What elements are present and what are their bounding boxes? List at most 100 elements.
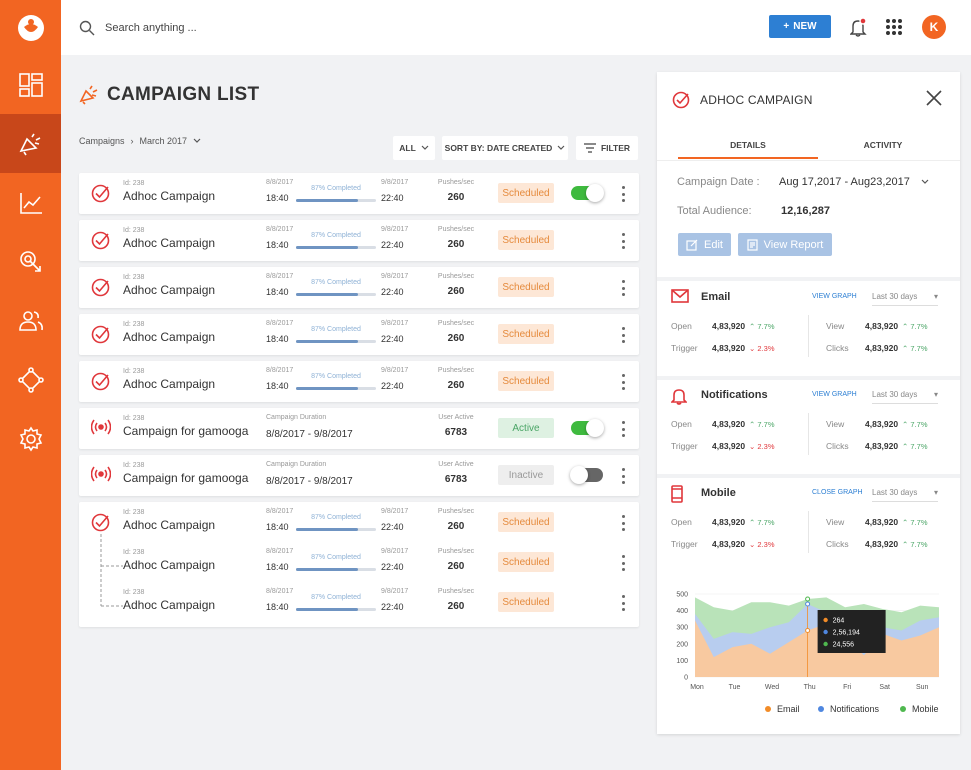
progress-fill <box>296 340 359 343</box>
status-toggle[interactable] <box>570 466 603 484</box>
chevron-down-icon[interactable] <box>193 138 201 144</box>
notifications-button[interactable] <box>849 17 868 42</box>
more-menu-button[interactable] <box>619 186 627 202</box>
metric-label: View <box>826 517 845 527</box>
duration-label: Campaign Duration <box>266 461 327 468</box>
view-report-button[interactable]: View Report <box>738 233 832 256</box>
start-time: 18:40 <box>266 240 289 250</box>
metric-change-value: 7.7% <box>910 518 928 527</box>
campaign-row[interactable]: Id: 238 Adhoc Campaign 8/8/2017 18:40 87% Co… <box>79 582 639 623</box>
more-menu-button[interactable] <box>619 374 627 390</box>
campaign-row[interactable]: Id: 238 Adhoc Campaign 8/8/2017 18:40 87% Co… <box>79 173 639 214</box>
graph-toggle-link[interactable]: CLOSE GRAPH <box>812 489 863 496</box>
chevron-down-icon[interactable] <box>921 179 929 185</box>
search-icon[interactable] <box>79 20 95 36</box>
campaign-name[interactable]: Campaign for gamooga <box>123 424 248 438</box>
edit-button[interactable]: Edit <box>678 233 731 256</box>
status-toggle[interactable] <box>571 419 604 437</box>
legend-email[interactable]: Email <box>765 704 800 714</box>
edit-icon <box>686 239 698 251</box>
status-toggle[interactable] <box>571 184 604 202</box>
period-dropdown[interactable]: Last 30 days ▾ <box>872 292 938 306</box>
period-dropdown[interactable]: Last 30 days ▾ <box>872 390 938 404</box>
campaign-name[interactable]: Adhoc Campaign <box>123 236 215 250</box>
channel-name: Mobile <box>701 487 736 499</box>
tooltip-dot <box>823 617 828 623</box>
campaign-row[interactable]: Id: 238 Campaign for gamooga Campaign Dura… <box>79 455 639 496</box>
metric-label: Trigger <box>671 539 698 549</box>
tab-activity[interactable]: ACTIVITY <box>813 140 953 150</box>
campaign-name[interactable]: Campaign for gamooga <box>123 471 248 485</box>
row-status-icon <box>90 419 112 440</box>
metric-change-value: 7.7% <box>757 518 775 527</box>
bell-icon <box>849 17 867 37</box>
megaphone-icon <box>19 133 40 155</box>
campaign-row[interactable]: Id: 238 Adhoc Campaign 8/8/2017 18:40 87% Co… <box>79 502 639 543</box>
more-menu-button[interactable] <box>619 421 627 437</box>
check-target-icon <box>91 278 110 297</box>
progress-bar <box>296 387 376 390</box>
graph-toggle-link[interactable]: VIEW GRAPH <box>812 391 857 398</box>
apps-launcher[interactable] <box>885 18 903 41</box>
campaign-name[interactable]: Adhoc Campaign <box>123 283 215 297</box>
campaign-name[interactable]: Adhoc Campaign <box>123 598 215 612</box>
metric-value: 4,83,920 <box>865 343 899 353</box>
campaign-row[interactable]: Id: 238 Adhoc Campaign 8/8/2017 18:40 87% Co… <box>79 361 639 402</box>
metric-value: 4,83,920 <box>865 419 899 429</box>
legend-mobile[interactable]: Mobile <box>900 704 939 714</box>
campaign-name[interactable]: Adhoc Campaign <box>123 189 215 203</box>
campaign-name[interactable]: Adhoc Campaign <box>123 330 215 344</box>
campaign-id: Id: 238 <box>123 415 145 422</box>
campaign-name[interactable]: Adhoc Campaign <box>123 377 215 391</box>
sidebar-item-analytics[interactable] <box>0 173 61 232</box>
more-menu-button[interactable] <box>619 280 627 296</box>
metric-value: 4,83,920 <box>712 517 746 527</box>
more-menu-button[interactable] <box>619 515 627 531</box>
campaign-row[interactable]: Id: 238 Adhoc Campaign 8/8/2017 18:40 87% Co… <box>79 542 639 583</box>
close-button[interactable] <box>925 89 943 112</box>
filter-all-dropdown[interactable]: ALL <box>393 136 435 160</box>
active-tab-indicator <box>678 157 818 159</box>
sidebar-item-targeting[interactable] <box>0 232 61 291</box>
breadcrumb-current[interactable]: March 2017 <box>140 136 188 146</box>
breadcrumb-root[interactable]: Campaigns <box>79 136 125 146</box>
sidebar-item-users[interactable] <box>0 291 61 350</box>
more-menu-button[interactable] <box>619 595 627 611</box>
period-dropdown[interactable]: Last 30 days ▾ <box>872 488 938 502</box>
more-menu-button[interactable] <box>619 327 627 343</box>
avatar[interactable]: K <box>922 15 946 39</box>
search-input[interactable] <box>105 21 405 34</box>
end-date: 9/8/2017 <box>381 588 409 595</box>
new-button[interactable]: + NEW <box>769 15 831 38</box>
target-click-icon <box>19 250 41 272</box>
sort-dropdown[interactable]: SORT BY: DATE CREATED <box>442 136 568 160</box>
filter-button[interactable]: FILTER <box>576 136 638 160</box>
new-button-label: NEW <box>793 21 817 32</box>
progress-text: 87% Completed <box>311 326 361 333</box>
more-menu-button[interactable] <box>619 555 627 571</box>
campaign-name[interactable]: Adhoc Campaign <box>123 518 215 532</box>
graph-toggle-link[interactable]: VIEW GRAPH <box>812 293 857 300</box>
brand-logo[interactable] <box>0 0 61 55</box>
sidebar-item-settings[interactable] <box>0 409 61 468</box>
filter-lines-icon <box>583 143 596 153</box>
campaign-row[interactable]: Id: 238 Adhoc Campaign 8/8/2017 18:40 87% Co… <box>79 267 639 308</box>
sidebar-item-integrations[interactable] <box>0 350 61 409</box>
start-date: 8/8/2017 <box>266 367 294 374</box>
campaign-row[interactable]: Id: 238 Campaign for gamooga Campaign Dura… <box>79 408 639 449</box>
campaign-row[interactable]: Id: 238 Adhoc Campaign 8/8/2017 18:40 87% Co… <box>79 314 639 355</box>
sidebar-item-campaigns[interactable] <box>0 114 61 173</box>
campaign-row[interactable]: Id: 238 Adhoc Campaign 8/8/2017 18:40 87% Co… <box>79 220 639 261</box>
page-title-text: CAMPAIGN LIST <box>107 84 260 105</box>
metric-change-value: 2.3% <box>757 344 775 353</box>
sidebar-item-dashboard[interactable] <box>0 55 61 114</box>
campaign-date-value[interactable]: Aug 17,2017 - Aug23,2017 <box>779 176 910 188</box>
campaign-name[interactable]: Adhoc Campaign <box>123 558 215 572</box>
chevron-up-icon: ⌃ <box>902 322 909 331</box>
metric-change: ⌄ 2.3% <box>749 540 775 549</box>
metric-value: 6783 <box>444 474 468 485</box>
more-menu-button[interactable] <box>619 233 627 249</box>
tab-details[interactable]: DETAILS <box>678 140 818 150</box>
more-menu-button[interactable] <box>619 468 627 484</box>
legend-notifications[interactable]: Notifications <box>818 704 879 714</box>
